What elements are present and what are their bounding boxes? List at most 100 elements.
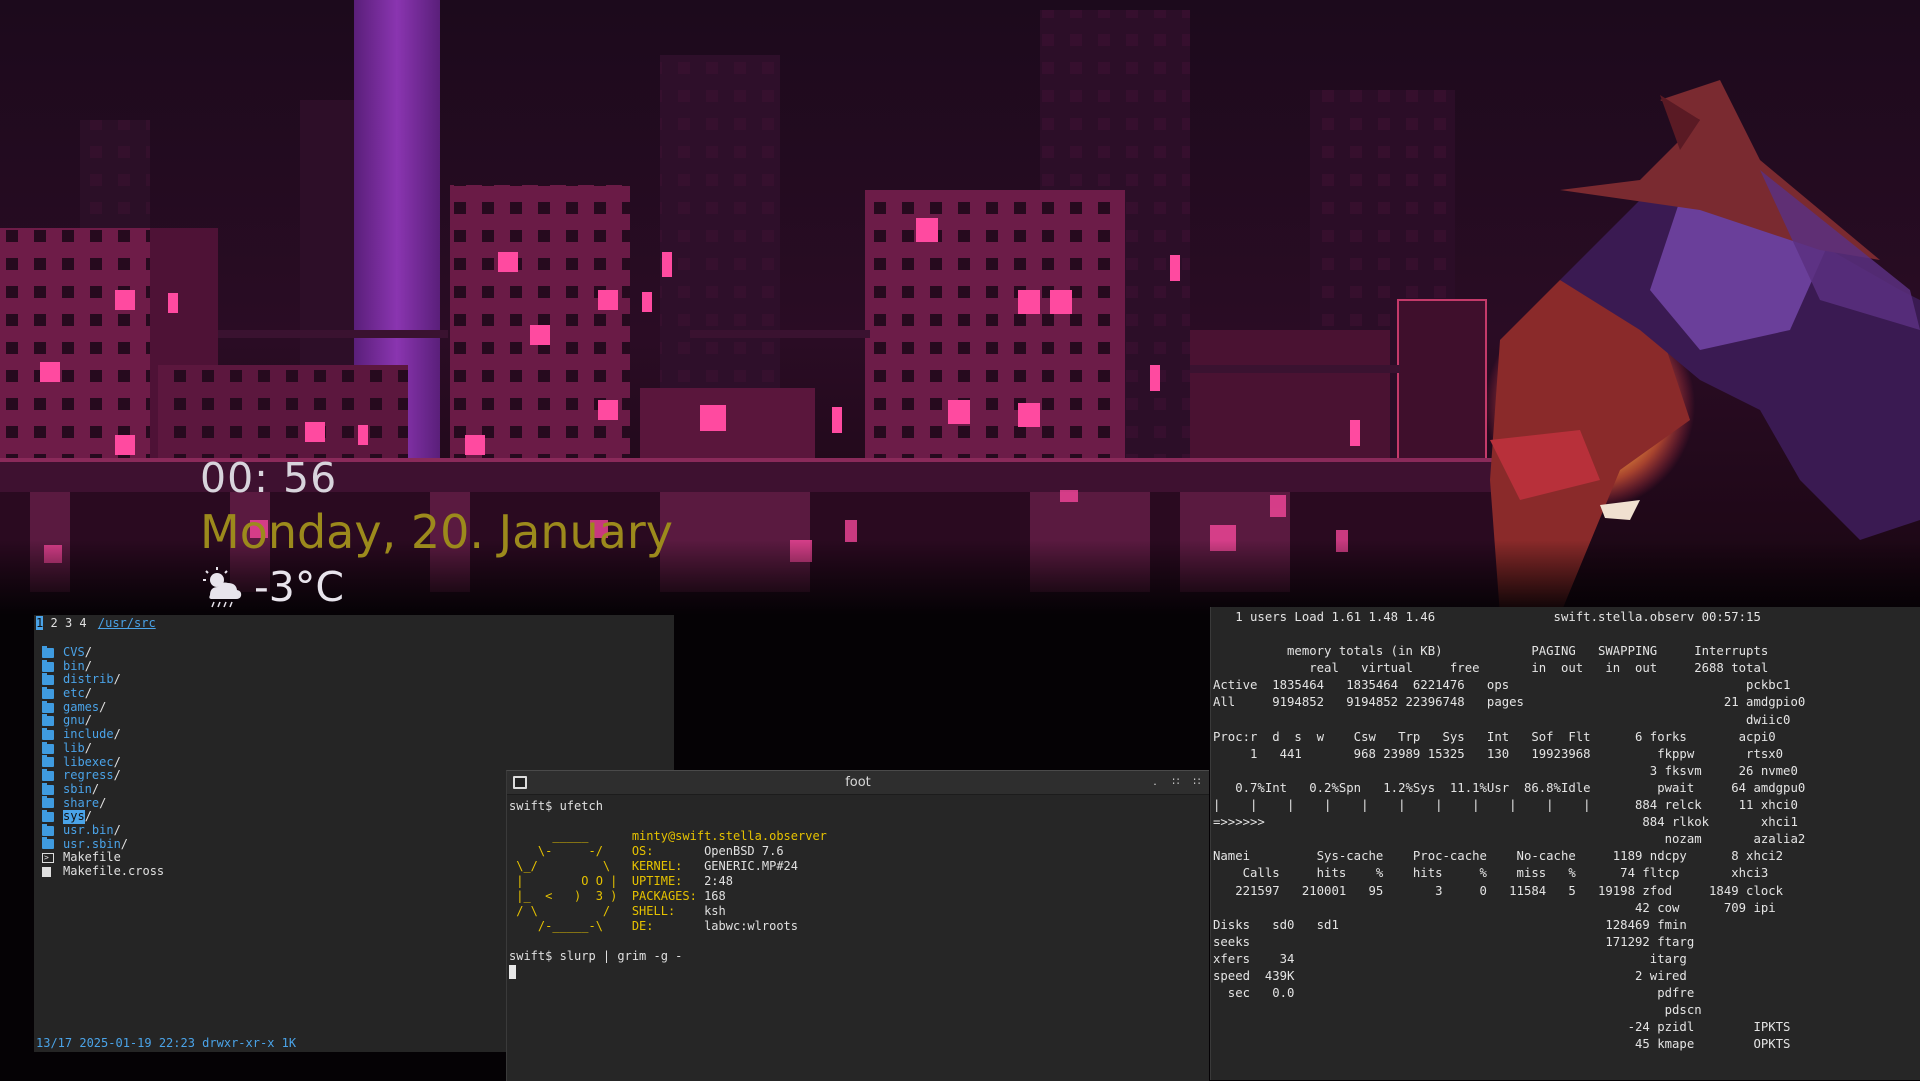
- fm-entry[interactable]: Makefile.cross: [42, 864, 165, 879]
- ufetch-logo-line: |_ < ) 3 ): [509, 889, 632, 903]
- ufetch-logo-line: | O O |: [509, 874, 632, 888]
- terminal-window[interactable]: foot . ∷ ∷ swift$ ufetch _____ minty@swi…: [506, 770, 1209, 1081]
- ufetch-logo-line: _____: [509, 829, 632, 843]
- ufetch-key: UPTIME:: [631, 874, 705, 888]
- fm-entry[interactable]: usr.bin /: [42, 822, 164, 838]
- fm-entry-suffix: /: [84, 713, 92, 728]
- fm-entry-name: regress: [63, 768, 114, 783]
- fm-entry-suffix: /: [113, 754, 121, 769]
- fm-entry-name: libexec: [63, 754, 114, 769]
- fm-entry-name: distrib: [63, 672, 114, 687]
- systat-line: 3 fksvm 26 nvme0: [1213, 763, 1798, 778]
- systat-line: memory totals (in KB) PAGING SWAPPING In…: [1213, 644, 1769, 659]
- folder-icon: [42, 659, 54, 672]
- fm-entry-name: CVS: [63, 645, 85, 659]
- fm-entry[interactable]: share /: [42, 796, 164, 811]
- folder-icon: [42, 741, 54, 754]
- fm-entry[interactable]: bin /: [42, 658, 164, 674]
- fm-entry[interactable]: sbin /: [42, 781, 164, 797]
- systat-line: 1 users Load 1.61 1.48 1.46 swift.stella…: [1213, 610, 1761, 624]
- fm-entry-name: bin: [63, 658, 85, 673]
- fm-entry-suffix: /: [91, 781, 100, 796]
- folder-icon: [42, 686, 54, 699]
- maximize-button[interactable]: ∷: [1168, 774, 1184, 790]
- fm-entry-suffix: /: [120, 836, 129, 851]
- fm-entry[interactable]: gnu /: [42, 714, 164, 728]
- terminal-output[interactable]: swift$ ufetch _____ minty@swift.stella.o…: [509, 799, 827, 979]
- folder-icon: [42, 837, 54, 850]
- executable-icon: [42, 851, 54, 865]
- fm-entry-name: usr.bin: [63, 822, 114, 837]
- fm-entry[interactable]: regress /: [42, 768, 164, 783]
- cloud-sun-rain-icon: [200, 565, 244, 609]
- close-button[interactable]: ∷: [1189, 774, 1205, 790]
- file-icon: [42, 866, 51, 877]
- fm-entry-suffix: /: [113, 672, 121, 687]
- systat-line: -24 pzidl IPKTS: [1213, 1020, 1791, 1035]
- ufetch-key: SHELL:: [631, 904, 705, 918]
- fm-entry[interactable]: usr.sbin /: [42, 836, 164, 852]
- fm-entry-suffix: /: [84, 645, 92, 659]
- ufetch-key: OS:: [631, 844, 705, 858]
- fm-entry[interactable]: CVS /: [42, 645, 164, 660]
- folder-icon: [42, 782, 54, 795]
- fm-entry-suffix: /: [84, 809, 92, 824]
- terminal-titlebar[interactable]: foot . ∷ ∷: [507, 771, 1209, 795]
- systat-line: Namei Sys-cache Proc-cache No-cache 1189…: [1213, 849, 1784, 864]
- fm-entry-suffix: /: [113, 822, 121, 837]
- ufetch-value: 2:48: [704, 874, 733, 888]
- fm-entry[interactable]: sys /: [42, 810, 164, 824]
- window-title: foot: [845, 775, 871, 790]
- fm-context-tab[interactable]: 4: [79, 616, 86, 630]
- ufetch-value: OpenBSD 7.6: [704, 844, 784, 858]
- fm-file-list: CVS / bin / distrib / etc / games / gnu / include / li…: [42, 645, 165, 879]
- fm-entry[interactable]: include /: [42, 727, 164, 742]
- fm-context-tab[interactable]: 3: [65, 616, 72, 630]
- ufetch-logo-line: /-_____-\: [509, 919, 632, 933]
- folder-icon: [42, 810, 54, 823]
- folder-icon: [42, 796, 54, 809]
- clock-widget: 00: 56 Monday, 20. January -3°C: [200, 452, 673, 612]
- fm-entry[interactable]: etc /: [42, 686, 164, 701]
- systat-line: speed 439K 2 wired: [1213, 968, 1687, 983]
- fm-entry[interactable]: libexec /: [42, 754, 164, 770]
- systat-line: Disks sd0 sd1 128469 fmin: [1213, 917, 1687, 932]
- folder-icon: [42, 714, 54, 727]
- fm-entry-suffix: /: [84, 686, 92, 701]
- systat-line: nozam azalia2: [1213, 832, 1806, 847]
- ufetch-user-host: minty@swift.stella.observer: [631, 829, 827, 843]
- terminal-cursor: [509, 965, 516, 979]
- ufetch-value: ksh: [704, 904, 726, 918]
- systat-line: 221597 210001 95 3 0 11584 5 19198 zfod …: [1213, 883, 1784, 898]
- systat-line: | | | | | | | | | | | 884 relck 11 xhci0: [1213, 798, 1798, 813]
- clock-time: 00: 56: [200, 454, 338, 502]
- ufetch-value: labwc:wlroots: [704, 919, 798, 933]
- systat-line: All 9194852 9194852 22396748 pages 21 am…: [1213, 695, 1806, 710]
- fm-entry-name: lib: [63, 740, 85, 755]
- systat-line: seeks 171292 ftarg: [1213, 934, 1695, 949]
- systat-line: Active 1835464 1835464 6221476 ops pckbc…: [1213, 678, 1791, 693]
- folder-icon: [42, 823, 54, 836]
- fm-entry[interactable]: Makefile: [42, 851, 164, 865]
- fm-current-path[interactable]: /usr/src: [98, 616, 156, 630]
- fm-context-tab[interactable]: 2: [50, 616, 57, 630]
- ufetch-logo-line: \- -/: [509, 844, 632, 858]
- fm-entry-name: Makefile.cross: [63, 864, 165, 878]
- fm-context-bar: 1 2 3 4 /usr/src: [36, 616, 156, 631]
- ufetch-value: GENERIC.MP#24: [704, 859, 798, 873]
- fm-context-tab[interactable]: 1: [36, 616, 44, 630]
- folder-icon: [42, 700, 54, 713]
- systat-line: pdscn: [1213, 1003, 1702, 1018]
- systat-vmstat-window[interactable]: 1 users Load 1.61 1.48 1.46 swift.stella…: [1210, 607, 1920, 1080]
- fm-entry[interactable]: lib /: [42, 740, 164, 756]
- fm-entry-name: Makefile: [63, 850, 121, 865]
- fm-entry[interactable]: distrib /: [42, 673, 164, 687]
- systat-line: Calls hits % hits % miss % 74 fltcp xhci…: [1213, 866, 1769, 881]
- fm-entry-name: games: [63, 699, 100, 714]
- ufetch-key: KERNEL:: [631, 859, 705, 873]
- minimize-button[interactable]: .: [1147, 774, 1163, 790]
- fm-entry-name: include: [63, 727, 114, 742]
- fm-entry[interactable]: games /: [42, 699, 164, 715]
- folder-icon: [42, 769, 54, 782]
- systat-line: 1 441 968 23989 15325 130 19923968 fkppw…: [1213, 746, 1784, 761]
